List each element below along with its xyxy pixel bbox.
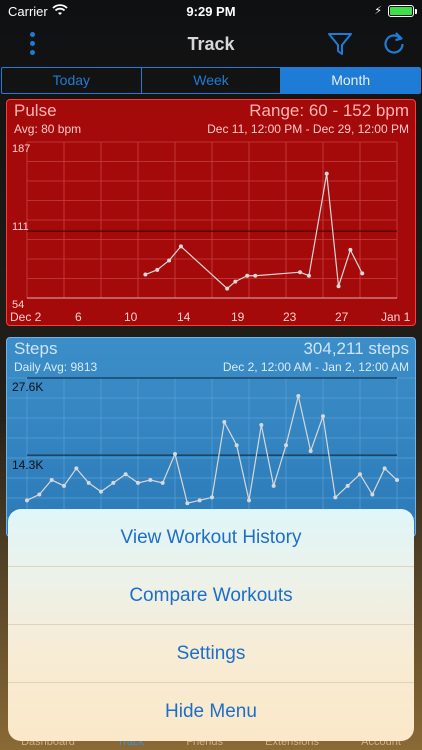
pulse-point [336,284,341,289]
compare-workouts-button[interactable]: Compare Workouts [8,567,414,625]
steps-dates: Dec 2, 12:00 AM - Jan 2, 12:00 AM [222,360,409,374]
segment-today[interactable]: Today [2,68,142,93]
steps-point [296,393,301,398]
battery-icon [388,5,417,17]
steps-point [370,492,375,497]
steps-point [25,498,29,503]
steps-ytick: 14.3K [12,458,44,472]
steps-point [321,414,325,419]
steps-point [197,498,202,503]
steps-point [234,443,239,448]
steps-point [247,498,251,503]
clock: 9:29 PM [186,4,236,19]
action-sheet: View Workout History Compare Workouts Se… [8,509,414,741]
steps-point [99,489,103,494]
pulse-xtick: 10 [124,310,138,324]
steps-point [49,478,54,483]
pulse-range: Range: 60 - 152 bpm [249,101,409,120]
pulse-ytick: 111 [12,221,29,233]
pulse-point [167,258,172,263]
refresh-button[interactable] [380,30,408,63]
filter-button[interactable] [326,30,354,63]
steps-point [271,483,276,488]
page-title: Track [187,34,235,54]
pulse-point [360,271,365,276]
steps-point [222,420,227,425]
pulse-point [143,272,148,277]
steps-point [284,443,288,448]
steps-point [345,483,350,488]
pulse-xtick: 23 [283,310,297,324]
steps-point [148,478,153,483]
charging-icon: ⚡︎ [374,5,382,17]
pulse-xtick: 27 [335,310,349,324]
steps-card[interactable]: Steps Daily Avg: 9813 304,211 steps Dec … [6,337,416,537]
pulse-avg: Avg: 80 bpm [14,122,82,136]
steps-point [136,480,140,485]
pulse-point [306,273,311,278]
range-segmented-control: Today Week Month [1,67,421,94]
pulse-point [324,171,329,176]
pulse-card[interactable]: Pulse Avg: 80 bpm Range: 60 - 152 bpm De… [6,99,416,326]
pulse-point [245,273,250,278]
pulse-ytick: 187 [12,143,31,155]
view-workout-history-button[interactable]: View Workout History [8,509,414,567]
steps-point [62,483,66,488]
steps-point [185,501,190,506]
status-bar: Carrier 9:29 PM ⚡︎ [0,0,422,22]
refresh-icon [384,32,404,54]
pulse-point [298,270,303,275]
steps-title: Steps [14,339,58,358]
segment-month[interactable]: Month [281,68,421,93]
steps-point [259,422,264,427]
steps-point [160,480,165,485]
steps-ytick: 27.6K [12,380,44,394]
steps-point [123,472,128,477]
pulse-point [225,286,230,291]
pulse-xtick: Dec 2 [10,310,42,324]
steps-point [37,492,42,497]
pulse-dates: Dec 11, 12:00 PM - Dec 29, 12:00 PM [207,122,409,136]
pulse-point [155,267,160,272]
pulse-point [253,273,258,278]
steps-point [308,449,313,454]
settings-button[interactable]: Settings [8,625,414,683]
steps-total: 304,211 steps [303,339,409,358]
steps-point [173,451,177,456]
pulse-xtick: 19 [231,310,245,324]
pulse-point [348,247,353,252]
pulse-xtick: Jan 1 [381,310,411,324]
steps-point [86,480,91,485]
steps-point [333,495,338,500]
steps-avg: Daily Avg: 9813 [14,360,98,374]
segment-week[interactable]: Week [142,68,282,93]
steps-point [74,466,79,471]
steps-point [395,478,399,483]
nav-bar: Track [0,22,422,66]
pulse-xtick: 6 [75,310,82,324]
steps-point [358,472,362,477]
steps-point [210,495,214,500]
pulse-point [178,244,183,249]
steps-point [111,480,116,485]
pulse-xtick: 14 [177,310,191,324]
filter-icon [328,33,352,55]
hide-menu-button[interactable]: Hide Menu [8,683,414,741]
pulse-point [233,279,238,284]
pulse-title: Pulse [14,101,57,120]
steps-point [382,466,387,471]
